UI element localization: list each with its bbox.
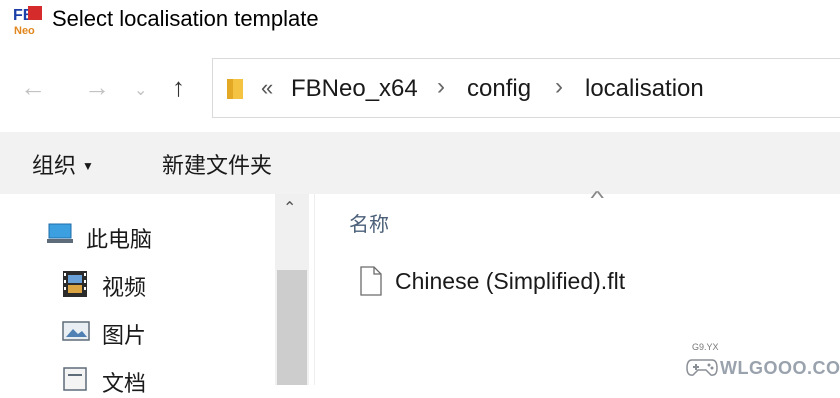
folder-icon bbox=[225, 77, 247, 106]
path-overflow-button[interactable]: « bbox=[261, 75, 273, 101]
navigation-row: ← → ⌄ ↑ « FBNeo_x64 › config › localisat… bbox=[0, 58, 840, 120]
organize-label: 组织 bbox=[32, 153, 77, 178]
nav-item-label: 视频 bbox=[102, 275, 147, 300]
breadcrumb-config[interactable]: config bbox=[467, 75, 531, 103]
file-name: Chinese (Simplified).flt bbox=[395, 268, 626, 294]
breadcrumb-fbneo[interactable]: FBNeo_x64 bbox=[291, 75, 418, 103]
breadcrumb-separator[interactable]: › bbox=[555, 73, 563, 101]
chevron-down-icon: ▼ bbox=[82, 159, 94, 173]
sort-indicator-icon: ^ bbox=[590, 188, 604, 208]
videos-icon bbox=[62, 270, 88, 303]
watermark-small-text: G9.YX bbox=[692, 342, 719, 352]
window-title: Select localisation template bbox=[52, 6, 319, 31]
nav-pane-scrollbar[interactable]: ⌃ bbox=[275, 194, 309, 385]
forward-button[interactable]: → bbox=[84, 72, 110, 102]
app-icon: FB Neo bbox=[12, 4, 44, 37]
nav-item-label: 文档 bbox=[102, 371, 147, 396]
watermark: G9.YX WLGOOO.COM bbox=[686, 342, 840, 383]
up-button[interactable]: ↑ bbox=[172, 72, 185, 102]
gamepad-icon bbox=[686, 356, 718, 383]
file-icon bbox=[359, 266, 383, 301]
svg-text:Neo: Neo bbox=[14, 25, 35, 36]
scroll-up-button[interactable]: ⌃ bbox=[283, 198, 296, 218]
organize-button[interactable]: 组织 ▼ bbox=[32, 148, 94, 180]
this-pc-icon bbox=[46, 222, 76, 253]
navigation-pane: 此电脑 视频 图片 文档 ⌃ bbox=[0, 194, 314, 396]
breadcrumb-separator[interactable]: › bbox=[437, 73, 445, 101]
new-folder-button[interactable]: 新建文件夹 bbox=[162, 148, 272, 180]
nav-item-label: 此电脑 bbox=[86, 227, 153, 252]
back-button[interactable]: ← bbox=[20, 72, 46, 102]
breadcrumb-localisation[interactable]: localisation bbox=[585, 75, 704, 103]
watermark-text: WLGOOO.COM bbox=[720, 358, 840, 378]
documents-icon bbox=[62, 366, 90, 397]
command-bar: 组织 ▼ 新建文件夹 bbox=[0, 132, 840, 195]
scroll-thumb[interactable] bbox=[277, 270, 307, 385]
pictures-icon bbox=[62, 318, 90, 349]
column-header-name[interactable]: 名称 bbox=[349, 208, 389, 237]
title-bar: FB Neo Select localisation template bbox=[0, 0, 840, 40]
nav-item-label: 图片 bbox=[102, 323, 147, 348]
address-bar[interactable]: « FBNeo_x64 › config › localisation bbox=[212, 58, 840, 118]
recent-locations-button[interactable]: ⌄ bbox=[134, 76, 147, 106]
